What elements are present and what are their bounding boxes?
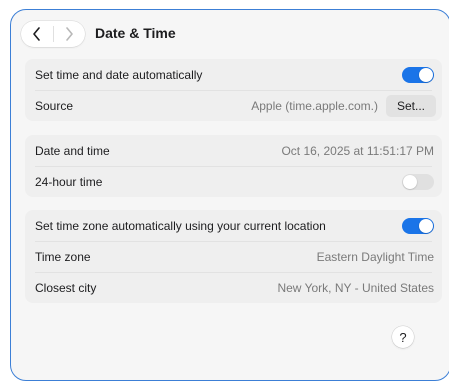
timezone-row: Time zone Eastern Daylight Time [25, 241, 442, 272]
chevron-right-icon [65, 27, 73, 41]
date-time-label: Date and time [35, 143, 110, 158]
hour24-label: 24-hour time [35, 174, 103, 189]
set-source-button[interactable]: Set... [385, 94, 436, 117]
auto-timezone-label: Set time zone automatically using your c… [35, 218, 326, 233]
auto-time-card: Set time and date automatically Source A… [25, 59, 442, 121]
help-button[interactable]: ? [392, 326, 414, 348]
toggle-knob [419, 67, 433, 82]
toolbar: Date & Time [11, 10, 449, 58]
auto-time-label: Set time and date automatically [35, 67, 203, 82]
time-zone-card: Set time zone automatically using your c… [25, 210, 442, 303]
closest-city-label: Closest city [35, 280, 97, 295]
date-time-card: Date and time Oct 16, 2025 at 11:51:17 P… [25, 135, 442, 197]
auto-timezone-row: Set time zone automatically using your c… [25, 210, 442, 241]
toggle-knob [403, 174, 417, 189]
auto-timezone-toggle[interactable] [402, 217, 434, 234]
settings-window: Date & Time Set time and date automatica… [10, 9, 449, 381]
date-time-value: Oct 16, 2025 at 11:51:17 PM [281, 143, 434, 158]
auto-time-toggle[interactable] [402, 66, 434, 83]
navigation-buttons [21, 21, 85, 47]
source-label: Source [35, 98, 74, 113]
source-value: Apple (time.apple.com.) [251, 98, 378, 113]
page-title: Date & Time [95, 25, 176, 41]
back-button[interactable] [21, 21, 53, 47]
timezone-value: Eastern Daylight Time [316, 249, 434, 264]
source-row: Source Apple (time.apple.com.) Set... [25, 90, 442, 121]
closest-city-row: Closest city New York, NY - United State… [25, 272, 442, 303]
chevron-left-icon [33, 27, 41, 41]
forward-button[interactable] [53, 21, 85, 47]
hour24-toggle[interactable] [402, 173, 434, 190]
auto-time-row: Set time and date automatically [25, 59, 442, 90]
date-time-row: Date and time Oct 16, 2025 at 11:51:17 P… [25, 135, 442, 166]
closest-city-value: New York, NY - United States [277, 280, 434, 295]
toggle-knob [419, 218, 433, 233]
timezone-label: Time zone [35, 249, 91, 264]
hour24-row: 24-hour time [25, 166, 442, 197]
